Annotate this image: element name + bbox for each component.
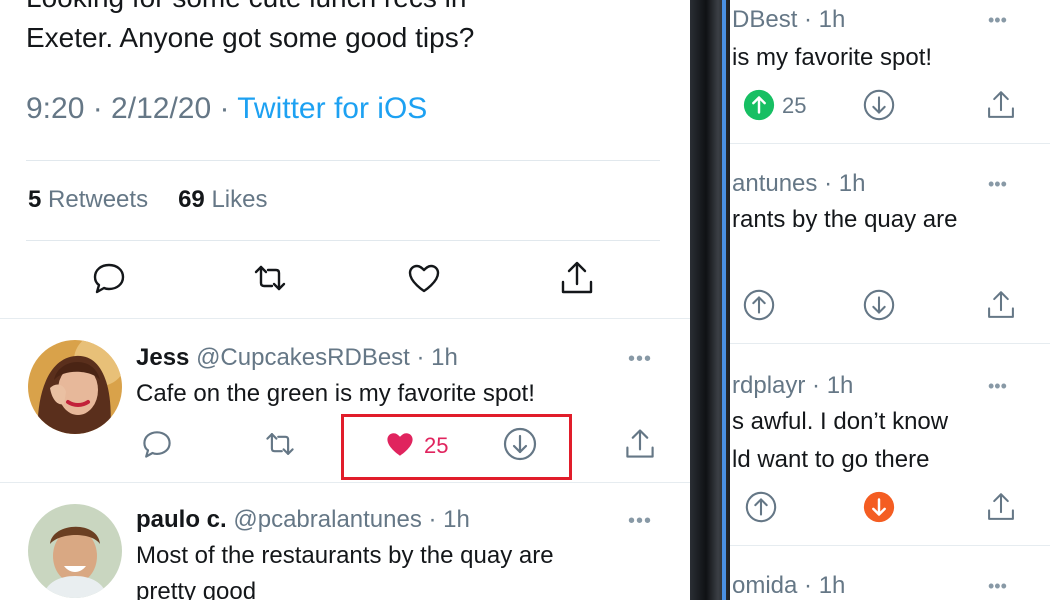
reply-header: rdplayr · 1h (732, 372, 854, 399)
likes-label: Likes (211, 186, 268, 213)
reply-time: · 1h (416, 344, 458, 371)
vote-count: 25 (782, 93, 807, 118)
tweet-source-link[interactable]: Twitter for iOS (237, 92, 427, 125)
likes-count: 69 (178, 186, 205, 213)
retweet-icon[interactable] (250, 258, 290, 298)
reply-text: rants by the quay are (732, 206, 958, 233)
retweets-stat[interactable]: 5 Retweets (28, 186, 148, 213)
reply-header: paulo c. @pcabralantunes · 1h (136, 506, 470, 534)
share-icon[interactable] (984, 490, 1020, 526)
more-dots-icon[interactable]: ••• (628, 510, 652, 533)
tweet-timestamp: 9:20 · 2/12/20 · (26, 92, 238, 125)
upvote-icon[interactable] (742, 288, 778, 324)
tweet-detail-panel: Looking for some cute lunch recs in Exet… (0, 0, 690, 600)
reply-header: Jess @CupcakesRDBest · 1h (136, 344, 458, 372)
retweets-label: Retweets (48, 186, 149, 213)
tweet-action-bar (0, 258, 690, 302)
screen-edge (722, 0, 726, 600)
author-handle[interactable]: @CupcakesRDBest (196, 344, 410, 371)
reply-text: is my favorite spot! (732, 44, 933, 71)
author-name[interactable]: Jess (136, 344, 189, 371)
reply-text-line-2: ld want to go there (732, 446, 930, 473)
tweet-text-line-2: Exeter. Anyone got some good tips? (26, 22, 475, 53)
device-bezel (690, 0, 730, 600)
more-dots-icon[interactable]: ••• (988, 576, 1007, 597)
upvote-icon[interactable] (744, 490, 780, 526)
divider (26, 240, 660, 241)
reply-icon[interactable] (139, 426, 175, 462)
share-icon[interactable] (557, 258, 597, 298)
like-icon[interactable] (404, 258, 444, 298)
more-dots-icon[interactable]: ••• (988, 174, 1007, 195)
share-icon[interactable] (622, 426, 658, 462)
engagement-counts: 5 Retweets 69 Likes (28, 186, 267, 214)
downvote-icon[interactable] (862, 88, 898, 124)
more-dots-icon[interactable]: ••• (628, 348, 652, 371)
more-dots-icon[interactable]: ••• (988, 376, 1007, 397)
share-icon[interactable] (984, 288, 1020, 324)
reply-text-line-1: s awful. I don’t know (732, 408, 949, 435)
retweets-count: 5 (28, 186, 42, 213)
divider (26, 160, 660, 161)
reply-text: Most of the restaurants by the quay are … (136, 538, 666, 600)
reply-text-line-1: Most of the restaurants by the quay are (136, 542, 554, 569)
downvote-icon[interactable] (862, 288, 898, 324)
reply-header: antunes · 1h (732, 170, 866, 197)
highlight-box (341, 414, 572, 480)
more-dots-icon[interactable]: ••• (988, 10, 1007, 31)
reply-time: · 1h (428, 506, 470, 533)
likes-stat[interactable]: 69 Likes (178, 186, 267, 213)
reply-header: DBest · 1h (732, 6, 846, 33)
divider (730, 343, 1050, 344)
tweet-text-line-1: Looking for some cute lunch recs in (26, 0, 666, 18)
avatar[interactable] (28, 340, 122, 434)
downvote-icon[interactable] (862, 490, 898, 526)
divider (730, 143, 1050, 144)
author-handle[interactable]: @pcabralantunes (233, 506, 421, 533)
main-tweet-text: Looking for some cute lunch recs in Exet… (26, 0, 666, 58)
tweet-meta: 9:20 · 2/12/20 · Twitter for iOS (26, 92, 427, 126)
reply-text: Cafe on the green is my favorite spot! (136, 380, 535, 407)
reply-tweet[interactable]: paulo c. @pcabralantunes · 1h ••• Most o… (0, 482, 690, 600)
reply-icon[interactable] (89, 258, 129, 298)
avatar[interactable] (28, 504, 122, 598)
retweet-icon[interactable] (262, 426, 298, 462)
reply-text-line-2: pretty good (136, 578, 257, 600)
author-name[interactable]: paulo c. (136, 506, 227, 533)
upvote-icon[interactable] (742, 88, 778, 124)
divider (730, 545, 1050, 546)
reply-list-panel: DBest · 1h ••• is my favorite spot! 25 a… (730, 0, 1050, 600)
share-icon[interactable] (984, 88, 1020, 124)
reply-header: omida · 1h (732, 572, 846, 599)
